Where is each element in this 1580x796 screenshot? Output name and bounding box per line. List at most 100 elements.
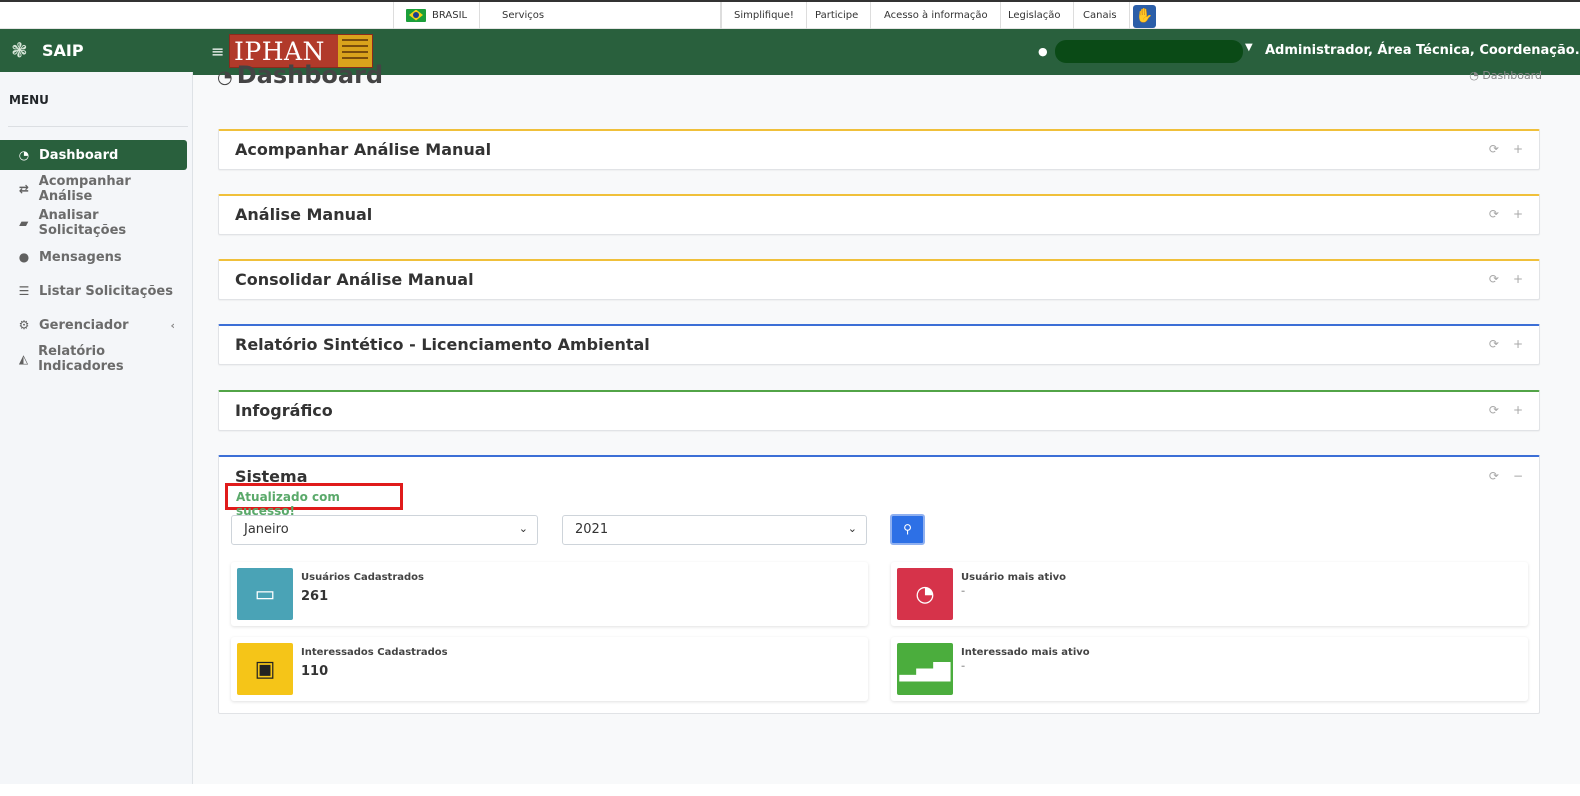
brasil-link[interactable]: BRASIL <box>393 2 481 30</box>
cogs-icon: ⚙ <box>18 318 30 332</box>
caret-down-icon[interactable]: ▼ <box>1245 42 1253 53</box>
stat-label: Interessados Cadastrados <box>301 647 448 658</box>
dashboard-title-icon: ◔ <box>217 67 233 88</box>
expand-plus-icon[interactable]: + <box>1513 207 1523 221</box>
main-content: ◔ Dashboard ◔ Dashboard Acompanhar Anális… <box>193 61 1580 784</box>
card-title: Análise Manual <box>235 205 373 224</box>
brasil-label: BRASIL <box>432 10 468 21</box>
sidebar-item-relatorio-indicadores[interactable]: ◭ Relatório Indicadores <box>0 344 187 374</box>
servicos-label: Serviços <box>502 10 545 21</box>
app-name[interactable]: SAIP <box>42 41 84 60</box>
page-title-text: Dashboard <box>236 61 384 89</box>
refresh-icon[interactable]: ⟳ <box>1489 207 1499 221</box>
sidebar-item-label: Gerenciador <box>39 317 129 333</box>
sidebar-item-acompanhar-analise[interactable]: ⇄ Acompanhar Análise <box>0 174 187 204</box>
card-tools: ⟳ − <box>1475 469 1523 483</box>
sidebar-item-listar-solicitacoes[interactable]: ☰ Listar Solicitações <box>0 276 187 306</box>
acesso-informacao-link[interactable]: Acesso à informação <box>872 2 1001 30</box>
card-sistema: Sistema ⟳ − Atualizado com sucesso! Janei… <box>218 455 1540 714</box>
card-title: Acompanhar Análise Manual <box>235 140 492 159</box>
stat-value: 110 <box>301 664 329 679</box>
redacted-user-field <box>1055 40 1243 63</box>
refresh-icon[interactable]: ⟳ <box>1489 469 1499 483</box>
stat-interessados-cadastrados: ▣ Interessados Cadastrados 110 <box>231 637 868 701</box>
stat-value: - <box>961 586 966 597</box>
sidebar-item-label: Acompanhar Análise <box>38 174 131 204</box>
stat-label: Usuário mais ativo <box>961 572 1067 583</box>
sidebar-item-gerenciador[interactable]: ⚙ Gerenciador ‹ <box>0 310 187 340</box>
refresh-icon[interactable]: ⟳ <box>1489 337 1499 351</box>
brand-bar: ❃ SAIP <box>0 29 193 72</box>
card-acompanhar-analise-manual: Acompanhar Análise Manual ⟳ + <box>218 129 1540 170</box>
month-select-value: Janeiro <box>244 522 289 537</box>
breadcrumb[interactable]: ◔ Dashboard <box>1469 69 1542 82</box>
sidebar-item-label: Analisar Solicitações <box>38 208 127 238</box>
list-icon: ☰ <box>18 284 30 298</box>
refresh-icon[interactable]: ⟳ <box>1489 272 1499 286</box>
card-consolidar-analise-manual: Consolidar Análise Manual ⟳ + <box>218 259 1540 300</box>
expand-plus-icon[interactable]: + <box>1513 272 1523 286</box>
expand-plus-icon[interactable]: + <box>1513 142 1523 156</box>
year-select-value: 2021 <box>575 522 609 537</box>
sidebar-item-label: Dashboard <box>39 147 119 163</box>
sidebar-item-mensagens[interactable]: ● Mensagens <box>0 242 187 272</box>
dashboard-gauge-icon: ◔ <box>897 568 953 620</box>
legislacao-link[interactable]: Legislação <box>996 2 1074 30</box>
stat-usuario-mais-ativo: ◔ Usuário mais ativo - <box>891 562 1528 626</box>
card-analise-manual: Análise Manual ⟳ + <box>218 194 1540 235</box>
canais-link[interactable]: Canais <box>1071 2 1130 30</box>
accessibility-hands-icon[interactable]: ✋ <box>1133 5 1156 28</box>
refresh-icon[interactable]: ⟳ <box>1489 142 1499 156</box>
leaf-logo-icon: ❃ <box>11 38 28 62</box>
gov-bar: BRASIL Serviços Simplifique! Participe A… <box>0 0 1580 30</box>
tachometer-icon: ◔ <box>18 148 30 162</box>
signal-bars-icon: ▂▄▆ <box>897 643 953 695</box>
id-card-icon: ▭ <box>237 568 293 620</box>
simplifique-label: Simplifique! <box>734 10 794 21</box>
card-tools: ⟳ + <box>1475 207 1523 221</box>
card-infografico: Infográfico ⟳ + <box>218 390 1540 431</box>
card-relatorio-sintetico: Relatório Sintético - Licenciamento Ambi… <box>218 324 1540 365</box>
user-profile-label[interactable]: Administrador, Área Técnica, Coordenação… <box>1265 43 1580 58</box>
card-tools: ⟳ + <box>1475 142 1523 156</box>
participe-link[interactable]: Participe <box>803 2 872 30</box>
acesso-label: Acesso à informação <box>884 10 988 21</box>
sidebar: MENU ◔ Dashboard ⇄ Acompanhar Análise ▰ … <box>0 72 193 784</box>
stat-value: - <box>961 661 966 672</box>
menu-divider <box>8 126 188 127</box>
sidebar-item-label: Mensagens <box>39 249 122 265</box>
sidebar-item-label: Relatório Indicadores <box>38 344 124 374</box>
search-button[interactable]: ⚲ <box>890 514 925 545</box>
search-icon: ⚲ <box>903 522 912 536</box>
canais-label: Canais <box>1083 10 1117 21</box>
exchange-icon: ⇄ <box>18 182 29 196</box>
breadcrumb-label: Dashboard <box>1482 69 1542 82</box>
menu-title: MENU <box>9 93 49 107</box>
sidebar-item-analisar-solicitacoes[interactable]: ▰ Analisar Solicitações <box>0 208 187 238</box>
refresh-icon[interactable]: ⟳ <box>1489 403 1499 417</box>
page-title: ◔ Dashboard <box>217 61 383 89</box>
brazil-flag-icon <box>406 8 426 22</box>
chat-icon[interactable]: ● <box>1038 45 1048 58</box>
stat-interessado-mais-ativo: ▂▄▆ Interessado mais ativo - <box>891 637 1528 701</box>
stat-usuarios-cadastrados: ▭ Usuários Cadastrados 261 <box>231 562 868 626</box>
success-message: Atualizado com sucesso! <box>225 483 403 518</box>
comments-icon: ● <box>18 250 30 264</box>
hamburger-menu-icon[interactable]: ≡ <box>211 42 224 61</box>
month-select[interactable]: Janeiro ⌄ <box>231 515 538 545</box>
sidebar-item-dashboard[interactable]: ◔ Dashboard <box>0 140 187 170</box>
stat-label: Usuários Cadastrados <box>301 572 424 583</box>
briefcase-icon: ▣ <box>237 643 293 695</box>
card-tools: ⟳ + <box>1475 403 1523 417</box>
collapse-minus-icon[interactable]: − <box>1513 469 1523 483</box>
simplifique-link[interactable]: Simplifique! <box>721 2 807 30</box>
year-select[interactable]: 2021 ⌄ <box>562 515 867 545</box>
card-title: Relatório Sintético - Licenciamento Ambi… <box>235 335 650 354</box>
servicos-link[interactable]: Serviços <box>475 2 721 30</box>
card-tools: ⟳ + <box>1475 272 1523 286</box>
participe-label: Participe <box>815 10 859 21</box>
expand-plus-icon[interactable]: + <box>1513 403 1523 417</box>
card-title: Consolidar Análise Manual <box>235 270 474 289</box>
expand-plus-icon[interactable]: + <box>1513 337 1523 351</box>
stat-label: Interessado mais ativo <box>961 647 1090 658</box>
